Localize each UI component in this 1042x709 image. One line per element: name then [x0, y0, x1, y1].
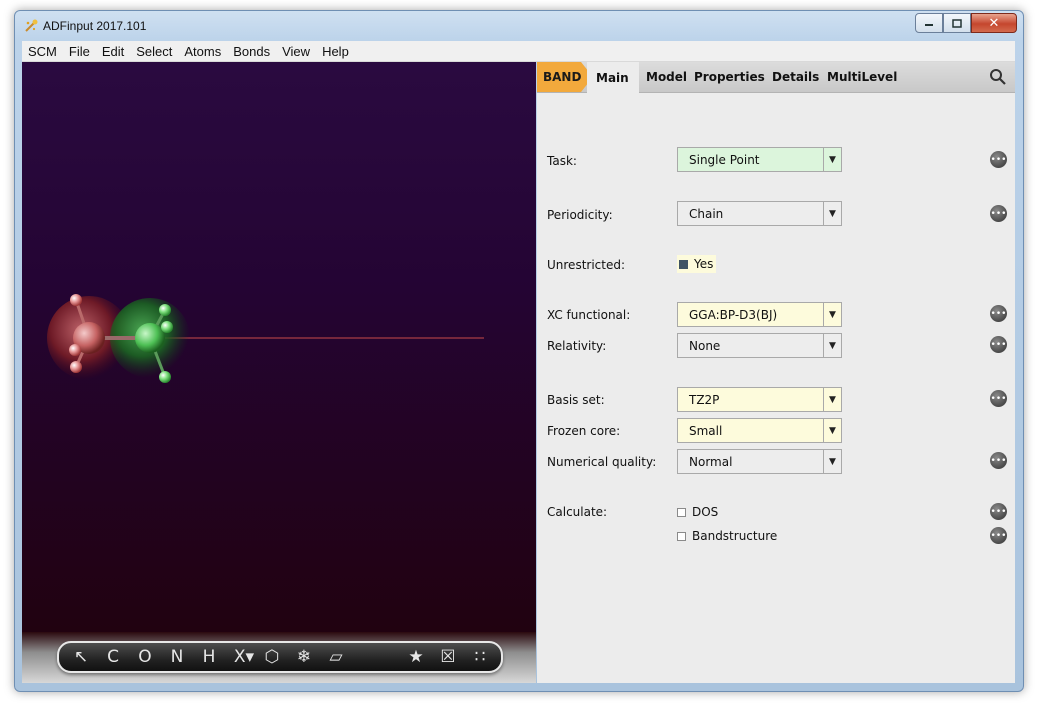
- oxygen-tool-button[interactable]: O: [133, 645, 157, 669]
- frozen-core-value: Small: [689, 424, 723, 438]
- minimize-button[interactable]: [915, 13, 943, 33]
- periodicity-dropdown[interactable]: Chain ▼: [677, 201, 842, 226]
- title-bar: ADFinput 2017.101 ✕: [15, 11, 1023, 41]
- frozen-core-label: Frozen core:: [547, 424, 621, 438]
- atom[interactable]: [161, 321, 173, 333]
- menu-bonds[interactable]: Bonds: [227, 44, 276, 59]
- close-icon: ✕: [988, 15, 1000, 31]
- freeze-icon[interactable]: ❄: [292, 645, 316, 669]
- minimize-icon: [925, 24, 933, 26]
- star-icon[interactable]: ★: [404, 645, 428, 669]
- cell-icon[interactable]: ☒: [436, 645, 460, 669]
- menu-file[interactable]: File: [63, 44, 96, 59]
- atom[interactable]: [70, 361, 82, 373]
- tab-main[interactable]: Main: [587, 62, 639, 93]
- more-options-icon[interactable]: •••: [990, 151, 1007, 168]
- maximize-button[interactable]: [943, 13, 971, 33]
- menu-atoms[interactable]: Atoms: [178, 44, 227, 59]
- atom[interactable]: [69, 344, 81, 356]
- relativity-value: None: [689, 339, 721, 353]
- chevron-down-icon: ▼: [823, 334, 841, 357]
- chevron-down-icon: ▼: [823, 450, 841, 473]
- bandstructure-label: Bandstructure: [692, 529, 778, 543]
- menu-scm[interactable]: SCM: [22, 44, 63, 59]
- relativity-label: Relativity:: [547, 339, 607, 353]
- dos-checkbox[interactable]: DOS: [677, 505, 718, 519]
- maximize-icon: [952, 18, 962, 28]
- app-window: ADFinput 2017.101 ✕ SCM File Edit Select…: [14, 10, 1024, 692]
- tab-multilevel[interactable]: MultiLevel: [827, 62, 897, 92]
- more-options-icon[interactable]: •••: [990, 527, 1007, 544]
- builder-toolbar: ↖ C O N H X▾ ⬡ ❄ ▱ ★ ☒ ∷: [57, 641, 503, 673]
- tab-details[interactable]: Details: [772, 62, 819, 92]
- chevron-down-icon: ▼: [823, 388, 841, 411]
- periodicity-value: Chain: [689, 207, 724, 221]
- calculate-label: Calculate:: [547, 505, 608, 519]
- basis-set-label: Basis set:: [547, 393, 605, 407]
- chevron-down-icon: ▼: [823, 303, 841, 326]
- task-dropdown[interactable]: Single Point ▼: [677, 147, 842, 172]
- checkbox-icon: [679, 259, 688, 269]
- structures-icon[interactable]: ∷: [468, 645, 492, 669]
- unrestricted-option: Yes: [694, 257, 714, 271]
- more-options-icon[interactable]: •••: [990, 390, 1007, 407]
- tab-band[interactable]: BAND: [537, 62, 593, 92]
- frozen-core-dropdown[interactable]: Small ▼: [677, 418, 842, 443]
- unrestricted-label: Unrestricted:: [547, 258, 626, 272]
- menu-select[interactable]: Select: [130, 44, 178, 59]
- search-icon[interactable]: [989, 68, 1007, 86]
- plane-icon[interactable]: ▱: [324, 645, 348, 669]
- menu-view[interactable]: View: [276, 44, 316, 59]
- molecule-drawing: [47, 294, 484, 383]
- menu-bar: SCM File Edit Select Atoms Bonds View He…: [22, 41, 1015, 62]
- bandstructure-checkbox[interactable]: Bandstructure: [677, 529, 777, 543]
- chevron-down-icon: ▼: [823, 202, 841, 225]
- tab-properties[interactable]: Properties: [694, 62, 765, 92]
- atom[interactable]: [70, 294, 82, 306]
- basis-set-value: TZ2P: [689, 393, 720, 407]
- numerical-quality-dropdown[interactable]: Normal ▼: [677, 449, 842, 474]
- close-button[interactable]: ✕: [971, 13, 1017, 33]
- menu-help[interactable]: Help: [316, 44, 355, 59]
- more-options-icon[interactable]: •••: [990, 336, 1007, 353]
- xc-functional-label: XC functional:: [547, 308, 631, 322]
- periodicity-label: Periodicity:: [547, 208, 613, 222]
- hydrogen-tool-button[interactable]: H: [197, 645, 221, 669]
- numerical-quality-value: Normal: [689, 455, 733, 469]
- task-label: Task:: [547, 154, 577, 168]
- carbon-tool-button[interactable]: C: [101, 645, 125, 669]
- xc-functional-dropdown[interactable]: GGA:BP-D3(BJ) ▼: [677, 302, 842, 327]
- task-value: Single Point: [689, 153, 760, 167]
- numerical-quality-label: Numerical quality:: [547, 455, 657, 469]
- toolbar-area: ↖ C O N H X▾ ⬡ ❄ ▱ ★ ☒ ∷: [22, 632, 536, 683]
- checkbox-icon: [677, 531, 686, 541]
- nitrogen-tool-button[interactable]: N: [165, 645, 189, 669]
- chevron-down-icon: ▼: [823, 148, 841, 171]
- more-options-icon[interactable]: •••: [990, 503, 1007, 520]
- atom[interactable]: [135, 323, 165, 353]
- atom[interactable]: [159, 304, 171, 316]
- tab-bar: BAND Main Model Properties Details Multi…: [537, 62, 1015, 93]
- tab-model[interactable]: Model: [646, 62, 687, 92]
- other-element-button[interactable]: X▾: [229, 645, 259, 669]
- menu-edit[interactable]: Edit: [96, 44, 130, 59]
- unrestricted-checkbox[interactable]: Yes: [677, 255, 717, 273]
- more-options-icon[interactable]: •••: [990, 205, 1007, 222]
- settings-panel: BAND Main Model Properties Details Multi…: [537, 62, 1015, 683]
- window-title: ADFinput 2017.101: [43, 19, 147, 33]
- more-options-icon[interactable]: •••: [990, 305, 1007, 322]
- molecule-viewport[interactable]: [22, 62, 536, 632]
- chevron-down-icon: ▼: [823, 419, 841, 442]
- basis-set-dropdown[interactable]: TZ2P ▼: [677, 387, 842, 412]
- checkbox-icon: [677, 507, 686, 517]
- ring-icon[interactable]: ⬡: [260, 645, 284, 669]
- xc-functional-value: GGA:BP-D3(BJ): [689, 308, 778, 322]
- app-icon: [25, 19, 38, 32]
- relativity-dropdown[interactable]: None ▼: [677, 333, 842, 358]
- more-options-icon[interactable]: •••: [990, 452, 1007, 469]
- dos-label: DOS: [692, 505, 719, 519]
- select-tool-icon[interactable]: ↖: [69, 645, 93, 669]
- atom[interactable]: [159, 371, 171, 383]
